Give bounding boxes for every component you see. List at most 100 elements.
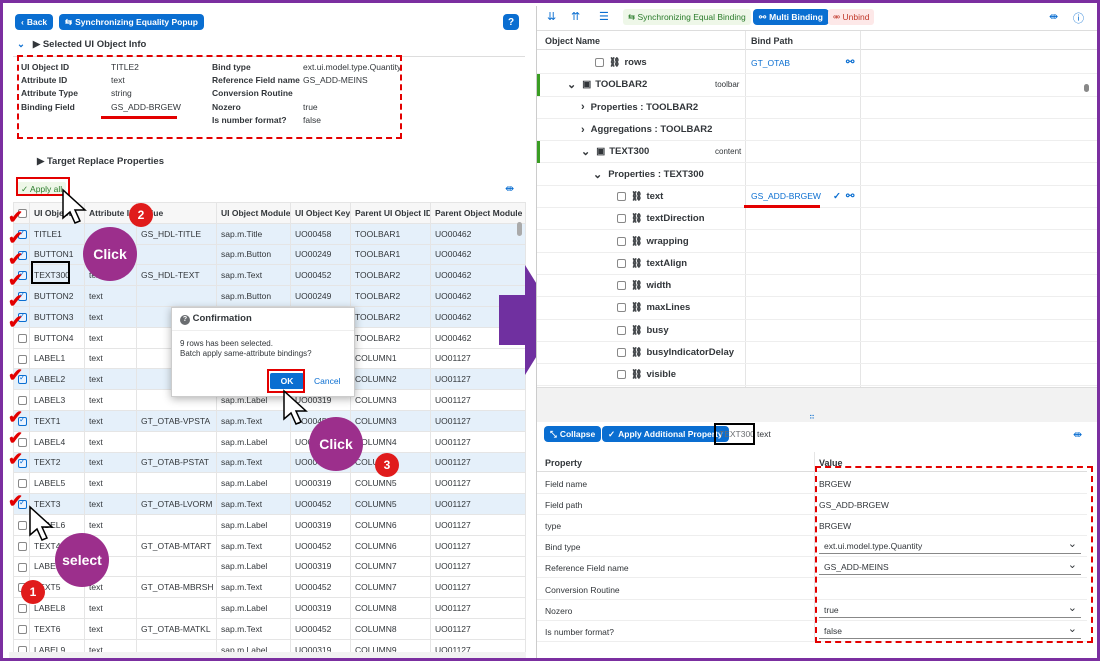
node-checkbox[interactable] xyxy=(617,258,626,268)
row-checkbox[interactable] xyxy=(18,541,27,551)
tree-node[interactable]: ⌄ Properties : TEXT300 xyxy=(537,164,1097,186)
table-cell: COLUMN8 xyxy=(350,597,431,619)
target-replace-header[interactable]: ▶ Target Replace Properties xyxy=(37,156,164,167)
table-cell: TOOLBAR2 xyxy=(350,305,431,328)
tree-node[interactable]: › Properties : TOOLBAR2 xyxy=(537,97,1097,119)
chevron-down-icon: ⌄ xyxy=(17,39,25,50)
sync-equal-binding-button[interactable]: ⇆ Synchronizing Equal Binding xyxy=(623,9,751,25)
selected-info-header[interactable]: ⌄ ▶ Selected UI Object Info xyxy=(17,39,146,50)
row-select-cell[interactable] xyxy=(13,555,30,578)
tree-node[interactable]: ⌄ ▣ TEXT300 content xyxy=(537,141,1097,164)
expand-all-icon[interactable]: ⇊ xyxy=(547,10,556,23)
scrollbar-thumb[interactable] xyxy=(517,222,522,236)
multi-binding-button[interactable]: ⚯ Multi Binding xyxy=(753,9,829,25)
collapse-all-icon[interactable]: ⇈ xyxy=(571,10,580,23)
chevron-down-icon[interactable]: ⌄ xyxy=(581,145,590,158)
table-cell: UO00452 xyxy=(290,493,351,515)
tree-node[interactable]: ⌄ ▣ TOOLBAR2 toolbar xyxy=(537,74,1097,97)
table-cell: sap.m.Label xyxy=(216,430,291,453)
node-checkbox[interactable] xyxy=(617,236,626,246)
tree-node[interactable]: ⛓ busy xyxy=(537,320,1097,342)
node-checkbox[interactable] xyxy=(617,191,626,201)
bind-path[interactable]: GT_OTAB xyxy=(751,58,790,68)
table-cell: GT_OTAB-MATKL xyxy=(136,617,217,640)
column-settings-icon[interactable]: ⇼ xyxy=(505,182,514,195)
screenshot-frame: ‹ Back ⇆ Synchronizing Equality Popup ? ⌄ … xyxy=(0,0,1100,661)
row-select-cell[interactable] xyxy=(13,617,30,640)
tree-node[interactable]: ⛓ rows GT_OTAB ⚯ xyxy=(537,52,1097,75)
column-header[interactable]: Parent Object Module xyxy=(430,202,526,224)
table-cell: COLUMN2 xyxy=(350,368,431,391)
chevron-down-icon[interactable]: ⌄ xyxy=(593,168,602,181)
table-row[interactable]: BUTTON2textsap.m.ButtonUO00249TOOLBAR2UO… xyxy=(13,285,526,307)
table-row[interactable]: TEXT3textGT_OTAB-LVORMsap.m.TextUO00452C… xyxy=(13,493,526,515)
table-row[interactable]: LABEL5 text sap.m.Label UO00319 COLUMN5 UO011… xyxy=(13,472,526,495)
row-checkbox[interactable] xyxy=(18,604,27,614)
node-checkbox[interactable] xyxy=(617,303,626,313)
row-checkbox[interactable] xyxy=(18,624,27,634)
table-row[interactable]: TEXT6 text GT_OTAB-MATKL sap.m.Text UO00452 C… xyxy=(13,617,526,640)
chevron-down-icon[interactable]: ⌄ xyxy=(567,78,576,91)
bind-path[interactable]: GS_ADD-BRGEW xyxy=(751,191,821,201)
collapse-button[interactable]: ⤡ Collapse xyxy=(544,426,602,442)
node-checkbox[interactable] xyxy=(617,325,626,335)
table-row[interactable]: TEXT2textGT_OTAB-PSTATsap.m.TextUO00452C… xyxy=(13,451,526,474)
help-button[interactable]: ? xyxy=(503,14,519,30)
row-checkbox[interactable] xyxy=(18,562,27,572)
column-header[interactable]: UI Object Module xyxy=(216,202,291,224)
tree-node[interactable]: ⛓ wrapping xyxy=(537,230,1097,253)
table-row[interactable]: LABEL8 text sap.m.Label UO00319 COLUMN8 UO011… xyxy=(13,597,526,619)
table-cell xyxy=(136,597,217,619)
help-icon[interactable]: ⓘ xyxy=(1073,10,1084,26)
node-checkbox[interactable] xyxy=(595,58,604,68)
unlink-icon[interactable]: ⚯ xyxy=(846,57,854,68)
table-cell: sap.m.Title xyxy=(216,222,291,245)
table-cell: COLUMN8 xyxy=(350,617,431,640)
column-header[interactable]: Parent UI Object ID xyxy=(350,202,431,224)
control-icon: ▣ xyxy=(582,79,592,91)
cancel-button[interactable]: Cancel xyxy=(314,376,340,386)
back-button[interactable]: ‹ Back xyxy=(15,14,54,30)
row-checkbox[interactable] xyxy=(18,354,27,364)
tree-node[interactable]: ⛓ textDirection xyxy=(537,208,1097,231)
horizontal-scrollbar[interactable] xyxy=(9,652,526,658)
node-checkbox[interactable] xyxy=(617,281,626,291)
property-icon: ⛓ xyxy=(631,347,643,358)
row-checkbox[interactable] xyxy=(18,479,27,489)
row-checkbox[interactable] xyxy=(18,333,27,343)
column-settings-icon[interactable]: ⇼ xyxy=(1073,428,1082,441)
table-row[interactable]: LABEL4textsap.m.LabelUO00319COLUMN4UO011… xyxy=(13,430,526,453)
unlink-icon[interactable]: ⚯ xyxy=(846,191,854,202)
table-cell: UO01127 xyxy=(430,617,526,640)
chevron-right-icon[interactable]: › xyxy=(581,101,585,113)
tree-node[interactable]: ⛓ width xyxy=(537,275,1097,298)
table-cell: sap.m.Text xyxy=(216,576,291,599)
tree-node[interactable]: ⛓ textAlign xyxy=(537,253,1097,275)
tree-node-label: maxLines xyxy=(646,302,691,314)
list-icon[interactable]: ☰ xyxy=(599,10,609,23)
column-header[interactable]: UI Object Key xyxy=(290,202,351,224)
drag-handle-icon[interactable]: ⠶ xyxy=(809,412,815,421)
object-name-header: Object Name xyxy=(545,36,601,46)
node-checkbox[interactable] xyxy=(617,348,626,358)
scrollbar-thumb[interactable] xyxy=(1084,84,1089,92)
table-cell: TITLE1 xyxy=(29,222,85,245)
splitter[interactable]: ⠶ xyxy=(537,387,1097,422)
row-checkbox[interactable] xyxy=(18,520,27,530)
unbind-button[interactable]: ⚮ Unbind xyxy=(828,9,875,25)
column-settings-icon[interactable]: ⇼ xyxy=(1049,10,1058,23)
table-row[interactable]: LABEL6textsap.m.LabelUO00319COLUMN6UO011… xyxy=(13,513,526,536)
tree-node[interactable]: ⛓ maxLines xyxy=(537,297,1097,320)
selection-marker xyxy=(537,74,540,97)
tree-node[interactable]: ⛓ visible xyxy=(537,364,1097,387)
table-cell: UO00452 xyxy=(290,617,351,640)
row-checkbox[interactable] xyxy=(18,396,27,406)
apply-additional-property-button[interactable]: ✓ Apply Additional Property xyxy=(602,426,729,442)
chevron-right-icon[interactable]: › xyxy=(581,124,585,136)
tree-node[interactable]: ⛓ busyIndicatorDelay xyxy=(537,342,1097,365)
table-row[interactable]: TEXT1textGT_OTAB-VPSTAsap.m.TextUO00452C… xyxy=(13,409,526,432)
sync-popup-button[interactable]: ⇆ Synchronizing Equality Popup xyxy=(59,14,204,30)
node-checkbox[interactable] xyxy=(617,214,626,224)
node-checkbox[interactable] xyxy=(617,370,626,380)
tree-node[interactable]: › Aggregations : TOOLBAR2 xyxy=(537,119,1097,142)
